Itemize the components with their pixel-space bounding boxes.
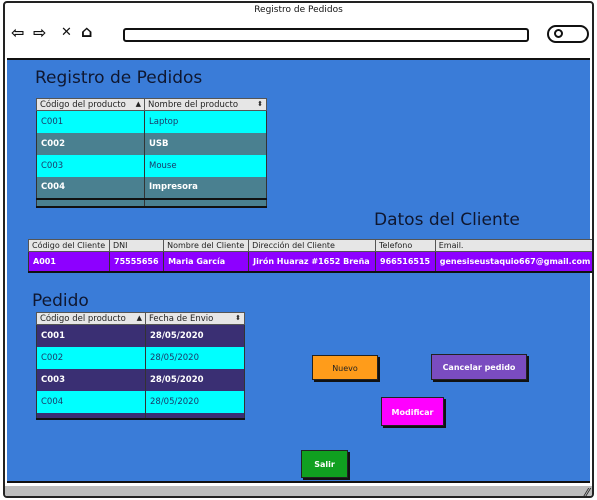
- cell-telefono: 966516515: [375, 251, 436, 272]
- column-header-codigo[interactable]: Código del producto ▲: [36, 312, 146, 325]
- cell-codigo: C001: [36, 324, 146, 347]
- table-row[interactable]: C004 Impresora: [36, 176, 267, 199]
- column-header-direccion[interactable]: Dirección del Cliente: [248, 239, 376, 252]
- column-header-fecha[interactable]: Fecha de Envio ⬍: [145, 312, 245, 325]
- cell-nombre: USB: [144, 132, 267, 155]
- cell-codigo: C004: [36, 176, 145, 199]
- cell-fecha: 28/05/2020: [145, 346, 245, 369]
- cell-direccion: Jirón Huaraz #1652 Breña: [248, 251, 376, 272]
- orders-table: Código del producto ▲ Fecha de Envio ⬍ C00…: [36, 312, 245, 420]
- window-title: Registro de Pedidos: [254, 5, 343, 15]
- close-icon[interactable]: ✕: [61, 25, 72, 41]
- page-title: Registro de Pedidos: [35, 68, 203, 88]
- client-table: Código del Cliente DNI Nombre del Client…: [28, 239, 592, 273]
- cancelar-pedido-button[interactable]: Cancelar pedido: [431, 354, 527, 380]
- back-arrow-icon[interactable]: ⇦: [11, 25, 24, 41]
- column-header-codigo-cliente[interactable]: Código del Cliente: [28, 239, 110, 252]
- table-row[interactable]: C004 28/05/2020: [36, 390, 245, 413]
- table-row[interactable]: C001 Laptop: [36, 110, 267, 133]
- column-header-email[interactable]: Email.: [434, 239, 592, 252]
- sort-asc-icon[interactable]: ▲: [136, 100, 141, 108]
- browser-toolbar: ⇦ ⇨ ✕ ⌂: [5, 17, 592, 57]
- cell-email: genesiseustaquio667@gmail.com: [434, 251, 592, 272]
- cell-nombre: Mouse: [144, 154, 267, 177]
- cell-fecha: 28/05/2020: [145, 324, 245, 347]
- forward-arrow-icon[interactable]: ⇨: [33, 25, 46, 41]
- client-section-title: Datos del Cliente: [374, 210, 520, 230]
- column-header-dni[interactable]: DNI: [108, 239, 165, 252]
- cell-codigo: C004: [36, 390, 146, 413]
- cell-codigo: C001: [36, 110, 145, 133]
- cell-codigo-cliente: A001: [28, 251, 110, 272]
- resize-grip-icon[interactable]: ⁄⁄: [585, 486, 589, 496]
- cell-dni: 75555656: [108, 251, 165, 272]
- salir-button[interactable]: Salir: [301, 450, 348, 478]
- table-row[interactable]: A001 75555656 Maria García Jirón Huaraz …: [28, 251, 592, 272]
- table-row[interactable]: C001 28/05/2020: [36, 324, 245, 347]
- table-spacer: [36, 412, 245, 419]
- column-header-nombre-cliente[interactable]: Nombre del Cliente: [163, 239, 250, 252]
- sort-icon[interactable]: ⬍: [257, 100, 263, 108]
- cell-nombre: Impresora: [144, 176, 267, 199]
- order-section-title: Pedido: [32, 291, 89, 311]
- main-panel: Registro de Pedidos Código del producto ▲…: [7, 58, 592, 483]
- table-row[interactable]: C002 28/05/2020: [36, 346, 245, 369]
- table-spacer: [36, 198, 267, 207]
- address-bar[interactable]: [123, 28, 529, 42]
- nuevo-button[interactable]: Nuevo: [312, 355, 378, 380]
- cell-codigo: C002: [36, 346, 146, 369]
- cell-fecha: 28/05/2020: [145, 390, 245, 413]
- cell-codigo: C002: [36, 132, 145, 155]
- cell-nombre: Laptop: [144, 110, 267, 133]
- search-icon: [554, 29, 563, 38]
- sort-asc-icon[interactable]: ▲: [137, 314, 142, 322]
- modificar-button[interactable]: Modificar: [381, 397, 444, 426]
- cell-fecha: 28/05/2020: [145, 368, 245, 391]
- sort-icon[interactable]: ⬍: [235, 314, 241, 322]
- cell-codigo: C003: [36, 154, 145, 177]
- table-row[interactable]: C003 28/05/2020: [36, 368, 245, 391]
- status-bar: ⁄⁄: [5, 486, 592, 496]
- home-icon[interactable]: ⌂: [81, 24, 92, 40]
- app-window: Registro de Pedidos ⇦ ⇨ ✕ ⌂ Registro de …: [3, 1, 594, 498]
- table-row[interactable]: C002 USB: [36, 132, 267, 155]
- column-header-codigo[interactable]: Código del producto ▲: [36, 98, 145, 111]
- table-row[interactable]: C003 Mouse: [36, 154, 267, 177]
- cell-codigo: C003: [36, 368, 146, 391]
- products-table: Código del producto ▲ Nombre del producto…: [36, 98, 267, 208]
- column-header-telefono[interactable]: Telefono: [375, 239, 436, 252]
- cell-nombre-cliente: Maria García: [163, 251, 250, 272]
- search-field[interactable]: [547, 25, 589, 43]
- column-header-nombre[interactable]: Nombre del producto ⬍: [144, 98, 267, 111]
